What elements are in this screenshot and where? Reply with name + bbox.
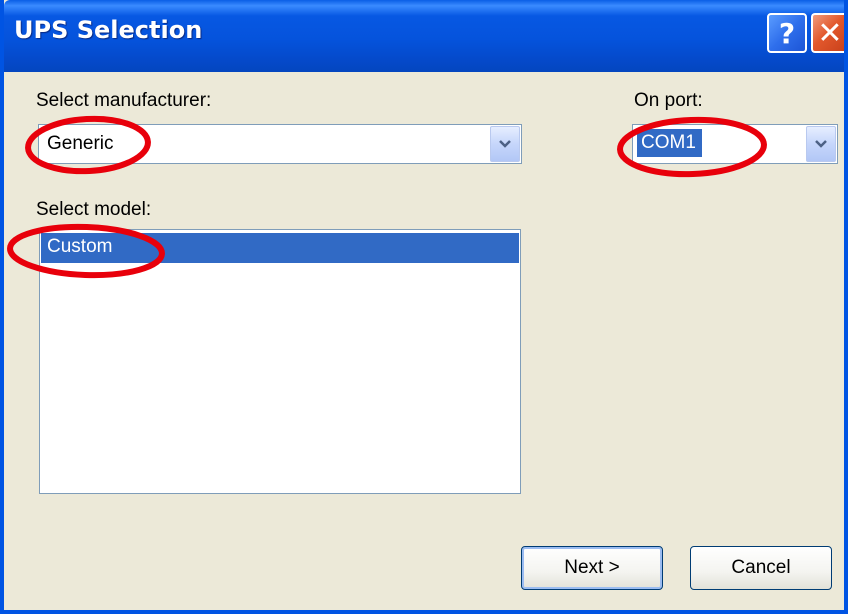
port-dropdown[interactable]: COM1 [632, 124, 838, 164]
close-icon: ✕ [817, 15, 843, 51]
title-bar[interactable]: UPS Selection ? ✕ [4, 0, 844, 72]
close-button[interactable]: ✕ [811, 13, 844, 53]
list-item[interactable]: Custom [41, 233, 519, 263]
port-value: COM1 [637, 129, 702, 157]
next-button[interactable]: Next > [521, 546, 663, 590]
ups-selection-dialog: UPS Selection ? ✕ Select manufacturer: G… [0, 0, 848, 614]
manufacturer-dropdown-button[interactable] [490, 126, 520, 162]
port-label: On port: [634, 90, 703, 111]
cancel-button[interactable]: Cancel [690, 546, 832, 590]
chevron-down-icon [499, 140, 511, 148]
manufacturer-value: Generic [47, 133, 114, 154]
window-title: UPS Selection [14, 16, 203, 44]
help-button[interactable]: ? [767, 13, 807, 53]
model-label: Select model: [36, 199, 152, 220]
chevron-down-icon [815, 140, 827, 148]
manufacturer-dropdown[interactable]: Generic [38, 124, 522, 164]
model-listbox[interactable]: Custom [39, 229, 521, 494]
help-icon: ? [778, 16, 796, 50]
port-dropdown-button[interactable] [806, 126, 836, 162]
manufacturer-label: Select manufacturer: [36, 90, 212, 111]
